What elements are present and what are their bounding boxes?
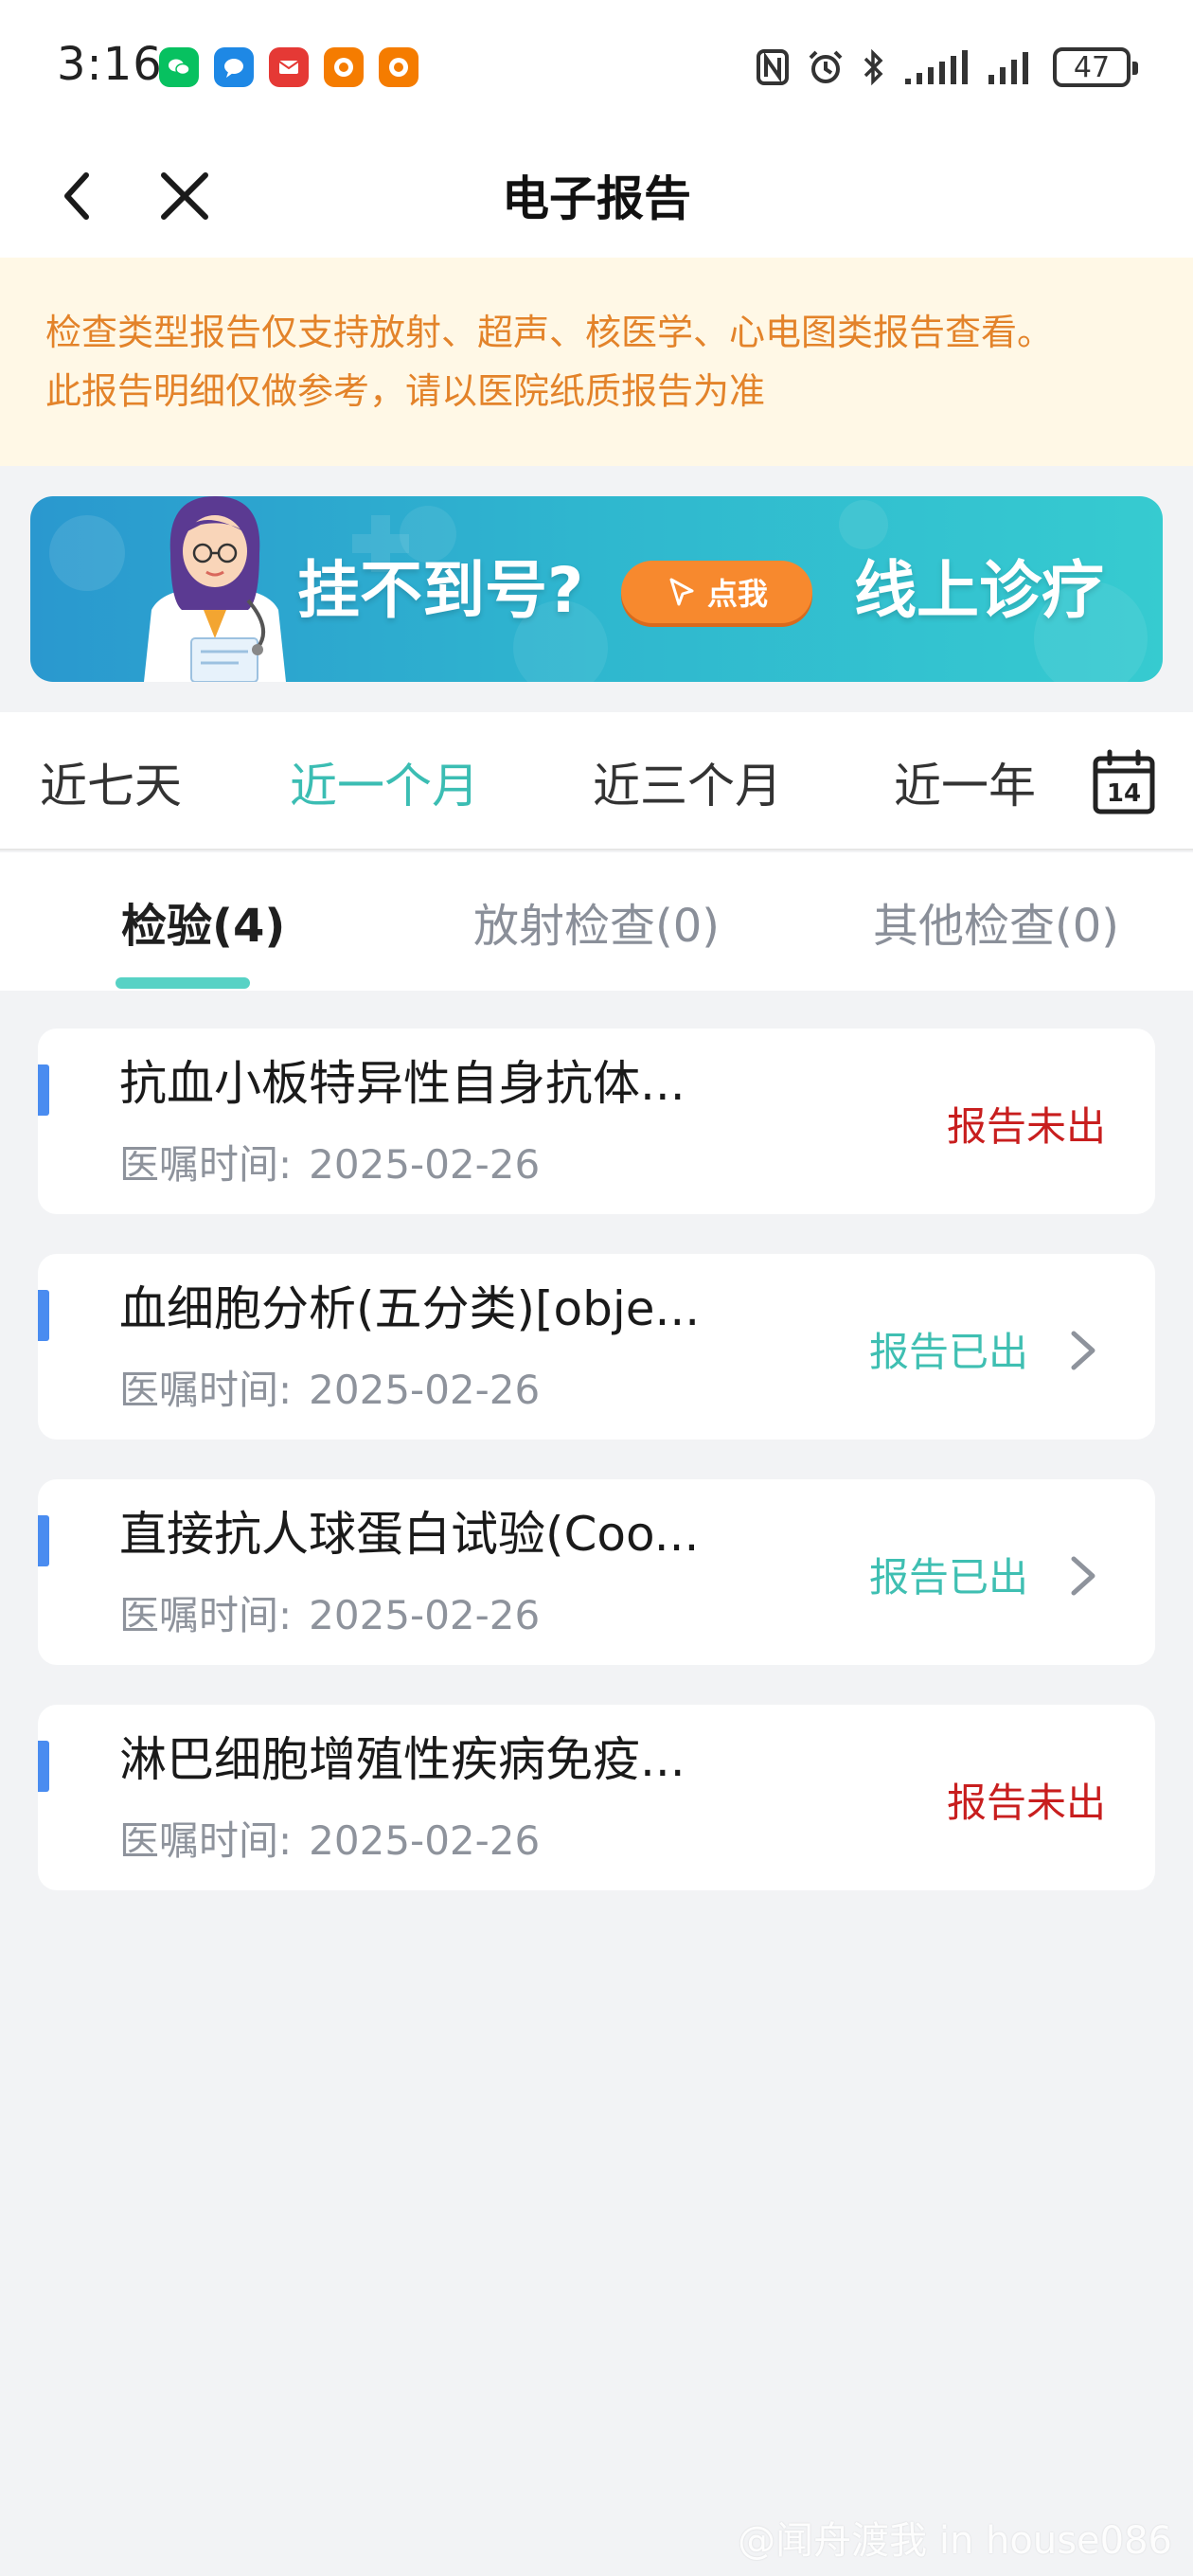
order-time-value: 2025-02-26 [309,1141,541,1188]
report-card[interactable]: 淋巴细胞增殖性疾病免疫... 医嘱时间: 2025-02-26 报告未出 [38,1705,1155,1890]
status-badge: 报告未出 [946,1780,1106,1826]
banner-subheadline: 线上诊疗 [854,554,1104,627]
battery-icon: 47 [1053,47,1138,87]
tab-other-exams[interactable]: 其他检查(0) [873,888,1119,955]
order-time-label: 医嘱时间: [119,1367,293,1413]
order-time-label: 医嘱时间: [119,1592,293,1638]
range-tab-3-months[interactable]: 近三个月 [593,748,782,816]
report-card[interactable]: 直接抗人球蛋白试验(Coo... 医嘱时间: 2025-02-26 报告已出 [38,1479,1155,1665]
online-consultation-banner[interactable]: 挂不到号? 点我 线上诊疗 [30,496,1163,682]
signal-icon [987,48,1036,86]
report-title: 直接抗人球蛋白试验(Coo... [119,1507,700,1562]
status-badge: 报告未出 [946,1103,1106,1150]
tab-radiology[interactable]: 放射检查(0) [473,888,720,955]
banner-headline: 挂不到号? [297,554,584,627]
doctor-illustration [144,496,286,682]
card-marker [38,1515,49,1566]
report-title: 淋巴细胞增殖性疾病免疫... [119,1732,686,1787]
chevron-right-icon[interactable] [1066,1553,1100,1599]
status-badge: 报告已出 [868,1329,1028,1375]
cursor-icon [669,578,694,606]
click-me-button[interactable]: 点我 [621,561,812,623]
report-card[interactable]: 抗血小板特异性自身抗体... 医嘱时间: 2025-02-26 报告未出 [38,1029,1155,1214]
order-time-value: 2025-02-26 [309,1592,541,1638]
alarm-icon [807,48,845,86]
watermark: @闻舟渡我 in house086 [738,2519,1172,2563]
nfc-icon [756,48,790,86]
system-icons: 47 [756,44,1138,91]
range-tab-7-days[interactable]: 近七天 [40,748,182,816]
page-title: 电子报告 [502,171,691,226]
status-bar: 3:16 47 [0,0,1193,134]
taobao-icon [324,47,364,87]
bluetooth-icon [862,47,886,87]
message-icon [214,47,254,87]
order-time-value: 2025-02-26 [309,1817,541,1864]
signal-icon [903,48,970,86]
order-time: 医嘱时间: 2025-02-26 [119,1133,540,1190]
status-time: 3:16 [57,38,163,91]
report-title: 血细胞分析(五分类)[obje... [119,1281,701,1336]
taobao-icon [379,47,418,87]
report-title: 抗血小板特异性自身抗体... [119,1056,686,1111]
order-time: 医嘱时间: 2025-02-26 [119,1358,540,1416]
active-tab-indicator [116,977,250,989]
click-me-label: 点我 [706,576,768,612]
time-range-tabs: 近七天 近一个月 近三个月 近一年 14 [0,712,1193,850]
nav-bar: 电子报告 [0,134,1193,258]
notice-banner: 检查类型报告仅支持放射、超声、核医学、心电图类报告查看。 此报告明细仅做参考，请… [0,258,1193,466]
card-marker [38,1290,49,1341]
order-time-value: 2025-02-26 [309,1367,541,1413]
wechat-icon [159,47,199,87]
calendar-day: 14 [1107,779,1141,808]
order-time: 医嘱时间: 2025-02-26 [119,1583,540,1641]
range-tab-1-year[interactable]: 近一年 [894,748,1036,816]
order-time-label: 医嘱时间: [119,1817,293,1864]
order-time-label: 医嘱时间: [119,1141,293,1188]
report-list: 抗血小板特异性自身抗体... 医嘱时间: 2025-02-26 报告未出 血细胞分… [38,1029,1155,1930]
notice-line-1: 检查类型报告仅支持放射、超声、核医学、心电图类报告查看。 [45,312,1054,353]
notification-icons [159,47,418,87]
chevron-right-icon[interactable] [1066,1328,1100,1373]
card-marker [38,1741,49,1792]
report-card[interactable]: 血细胞分析(五分类)[obje... 医嘱时间: 2025-02-26 报告已出 [38,1254,1155,1440]
status-badge: 报告已出 [868,1554,1028,1601]
calendar-icon[interactable]: 14 [1091,748,1157,814]
notice-line-2: 此报告明细仅做参考，请以医院纸质报告为准 [45,370,766,412]
mail-icon [269,47,309,87]
category-tabs: 检验(4) 放射检查(0) 其他检查(0) [0,852,1193,991]
card-marker [38,1064,49,1116]
order-time: 医嘱时间: 2025-02-26 [119,1809,540,1867]
range-tab-1-month[interactable]: 近一个月 [290,748,479,816]
tab-lab-tests[interactable]: 检验(4) [121,888,285,955]
